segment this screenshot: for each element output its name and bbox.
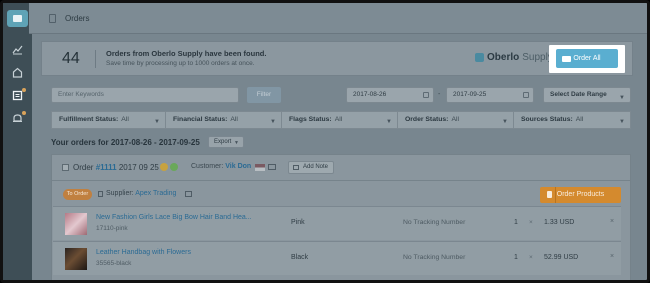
page-title: Orders <box>65 14 90 23</box>
date-to-input[interactable]: 2017-09-25 <box>446 87 534 103</box>
home-icon[interactable] <box>12 67 23 78</box>
product-name-link[interactable]: Leather Handbag with Flowers <box>96 249 191 256</box>
order-status-select[interactable]: Order Status: All ▼ <box>397 111 514 129</box>
orders-icon[interactable] <box>12 90 23 101</box>
date-from-input[interactable]: 2017-08-26 <box>346 87 434 103</box>
mail-icon[interactable] <box>268 164 276 170</box>
summary-card: 44 Orders from Oberlo Supply have been f… <box>41 41 633 76</box>
customer-name-link[interactable]: Vik Don <box>225 163 251 170</box>
tracking-number: No Tracking Number <box>403 219 466 226</box>
supplier-info: Supplier: Apex Trading <box>106 190 177 197</box>
filter-button[interactable]: Filter <box>247 87 281 103</box>
add-note-button[interactable]: Add Note <box>288 161 334 174</box>
product-name-link[interactable]: New Fashion Girls Lace Big Bow Hair Band… <box>96 214 252 221</box>
us-flag-icon <box>255 164 265 171</box>
orders-found-count: 44 <box>62 50 80 67</box>
chart-icon[interactable] <box>12 44 23 55</box>
divider <box>95 50 96 68</box>
remove-icon[interactable]: × <box>610 253 614 260</box>
fulfillment-status-select[interactable]: Fulfillment Status: All ▼ <box>51 111 166 129</box>
product-price: 52.99 USD <box>544 254 579 261</box>
supplier-name-link[interactable]: Apex Trading <box>135 190 176 197</box>
tag-logo-icon[interactable] <box>7 10 28 27</box>
product-thumbnail[interactable] <box>65 248 87 270</box>
order-title: Order #1111 2017 09 25 <box>73 163 159 172</box>
product-quantity: 1 <box>514 219 518 226</box>
product-sku: 35565-black <box>96 260 132 267</box>
bell-icon[interactable] <box>12 113 23 124</box>
product-row: Leather Handbag with Flowers 35565-black… <box>53 241 621 275</box>
status-badge: To Order <box>63 189 92 200</box>
calendar-icon <box>423 92 429 98</box>
orders-heading: Your orders for 2017-08-26 - 2017-09-25 <box>51 138 200 147</box>
bell-notification-dot <box>22 111 26 115</box>
chevron-down-icon: ▼ <box>619 95 625 101</box>
order-products-button[interactable]: Order Products <box>540 187 621 203</box>
mail-icon[interactable] <box>185 191 192 197</box>
order-card: Order #1111 2017 09 25 Customer: Vik Don… <box>51 154 631 280</box>
sidebar <box>3 3 32 280</box>
oberlo-logo-icon <box>475 53 484 62</box>
date-separator: - <box>438 91 441 98</box>
tag-icon <box>562 56 571 62</box>
top-bar: Orders <box>29 3 647 34</box>
keywords-input[interactable]: Enter Keywords <box>51 87 239 103</box>
product-variant: Black <box>291 254 309 261</box>
tracking-number: No Tracking Number <box>403 254 466 261</box>
status-filters: Fulfillment Status: All ▼ Financial Status… <box>51 111 631 129</box>
chevron-down-icon: ▼ <box>619 119 625 125</box>
times-sign: × <box>529 219 533 226</box>
orders-notification-dot <box>22 88 26 92</box>
product-thumbnail[interactable] <box>65 213 87 235</box>
orders-found-message: Orders from Oberlo Supply have been foun… <box>106 49 267 58</box>
document-icon <box>49 14 56 23</box>
chevron-down-icon: ▼ <box>386 119 392 125</box>
chevron-down-icon: ▼ <box>502 119 508 125</box>
calendar-icon <box>523 92 529 98</box>
financial-status-select[interactable]: Financial Status: All ▼ <box>165 111 282 129</box>
date-range-select[interactable]: Select Date Range ▼ <box>543 87 631 103</box>
order-number-link[interactable]: #1111 <box>96 163 117 172</box>
cart-icon <box>98 191 103 197</box>
chevron-down-icon: ▼ <box>270 119 276 125</box>
shopping-bag-icon <box>544 187 556 203</box>
order-checkbox[interactable] <box>62 164 69 171</box>
sources-status-select[interactable]: Sources Status: All ▼ <box>513 111 631 129</box>
export-button[interactable]: Export ▼ <box>208 136 244 148</box>
times-sign: × <box>529 254 533 261</box>
remove-icon[interactable]: × <box>610 218 614 225</box>
customer-info: Customer: Vik Don <box>191 163 252 170</box>
orders-found-submessage: Save time by processing up to 1000 order… <box>106 60 255 67</box>
app-window: Orders 44 Orders from Oberlo Supply have… <box>0 0 650 283</box>
product-quantity: 1 <box>514 254 518 261</box>
note-icon <box>293 165 299 170</box>
order-all-button[interactable]: Order All <box>556 49 618 68</box>
flags-status-select[interactable]: Flags Status: All ▼ <box>281 111 398 129</box>
product-price: 1.33 USD <box>544 219 575 226</box>
paid-icon <box>160 163 168 171</box>
chevron-down-icon: ▼ <box>234 140 239 146</box>
fulfilled-icon <box>170 163 178 171</box>
product-sku: 17110-pink <box>96 225 128 232</box>
product-row: New Fashion Girls Lace Big Bow Hair Band… <box>53 206 621 240</box>
product-variant: Pink <box>291 219 305 226</box>
chevron-down-icon: ▼ <box>154 119 160 125</box>
supplier-row: To Order Supplier: Apex Trading Order Pr… <box>52 182 630 206</box>
oberlo-supply-logo: Oberlo Supply <box>475 52 553 63</box>
order-header: Order #1111 2017 09 25 Customer: Vik Don… <box>52 155 630 181</box>
